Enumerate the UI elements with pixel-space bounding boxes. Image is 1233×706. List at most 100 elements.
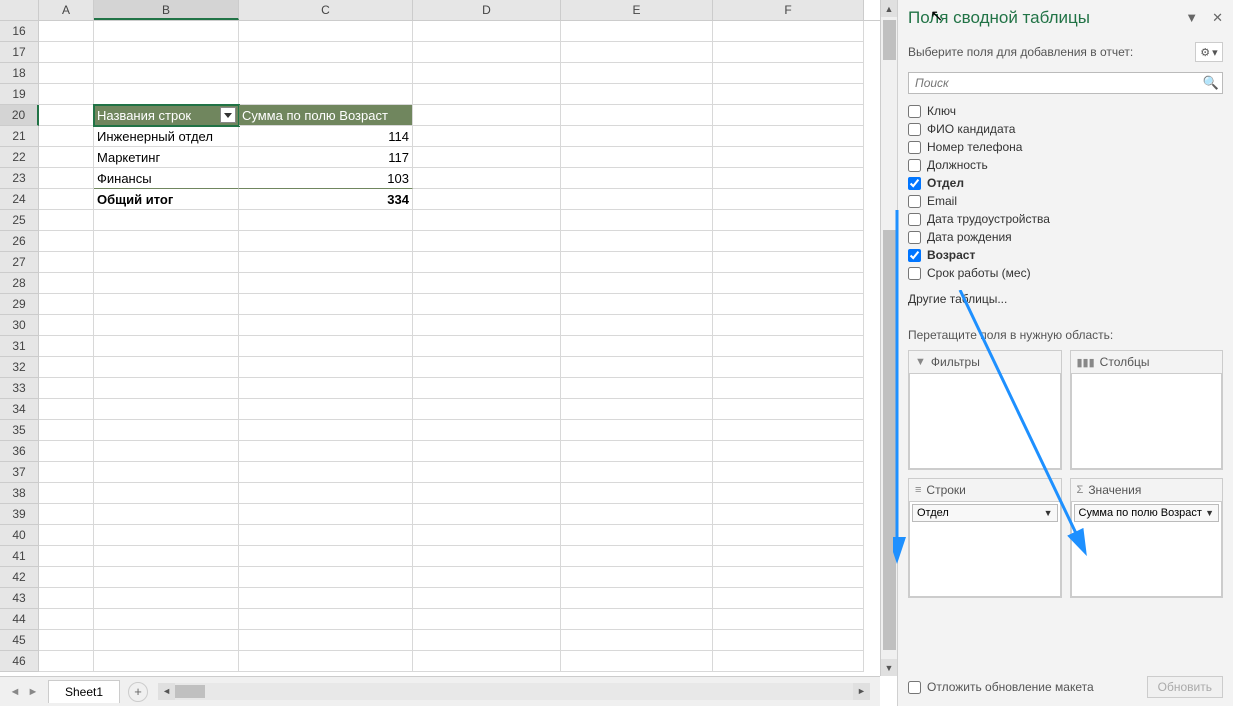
- scroll-down-icon[interactable]: ▼: [881, 659, 897, 676]
- cell-E45[interactable]: [561, 630, 713, 651]
- cell-D20[interactable]: [413, 105, 561, 126]
- cell-B19[interactable]: [94, 84, 239, 105]
- cell-E36[interactable]: [561, 441, 713, 462]
- cell-F44[interactable]: [713, 609, 864, 630]
- cell-A44[interactable]: [39, 609, 94, 630]
- defer-layout-checkbox[interactable]: Отложить обновление макета: [908, 680, 1094, 694]
- cell-E19[interactable]: [561, 84, 713, 105]
- row-header-25[interactable]: 25: [0, 210, 39, 231]
- cell-F25[interactable]: [713, 210, 864, 231]
- row-header-26[interactable]: 26: [0, 231, 39, 252]
- cell-C43[interactable]: [239, 588, 413, 609]
- cell-D37[interactable]: [413, 462, 561, 483]
- cell-B32[interactable]: [94, 357, 239, 378]
- cell-C46[interactable]: [239, 651, 413, 672]
- row-header-19[interactable]: 19: [0, 84, 39, 105]
- cell-B24[interactable]: Общий итог: [94, 189, 239, 210]
- row-header-40[interactable]: 40: [0, 525, 39, 546]
- cell-E39[interactable]: [561, 504, 713, 525]
- cell-D30[interactable]: [413, 315, 561, 336]
- field-item-3[interactable]: Должность: [908, 156, 1223, 174]
- cell-C42[interactable]: [239, 567, 413, 588]
- cell-F42[interactable]: [713, 567, 864, 588]
- cell-F32[interactable]: [713, 357, 864, 378]
- cell-B21[interactable]: Инженерный отдел: [94, 126, 239, 147]
- row-header-45[interactable]: 45: [0, 630, 39, 651]
- row-header-46[interactable]: 46: [0, 651, 39, 672]
- cell-C28[interactable]: [239, 273, 413, 294]
- cell-C40[interactable]: [239, 525, 413, 546]
- cell-E27[interactable]: [561, 252, 713, 273]
- cell-A38[interactable]: [39, 483, 94, 504]
- search-icon[interactable]: 🔍: [1200, 73, 1222, 93]
- cell-A41[interactable]: [39, 546, 94, 567]
- cell-E35[interactable]: [561, 420, 713, 441]
- cell-F33[interactable]: [713, 378, 864, 399]
- cell-F17[interactable]: [713, 42, 864, 63]
- cell-C23[interactable]: 103: [239, 168, 413, 189]
- cell-D34[interactable]: [413, 399, 561, 420]
- cell-E29[interactable]: [561, 294, 713, 315]
- cell-A43[interactable]: [39, 588, 94, 609]
- cell-D27[interactable]: [413, 252, 561, 273]
- row-header-20[interactable]: 20: [0, 105, 39, 126]
- cell-D44[interactable]: [413, 609, 561, 630]
- drop-zone-filters[interactable]: ▼Фильтры: [908, 350, 1062, 470]
- field-item-1[interactable]: ФИО кандидата: [908, 120, 1223, 138]
- cell-F36[interactable]: [713, 441, 864, 462]
- cell-A35[interactable]: [39, 420, 94, 441]
- update-button[interactable]: Обновить: [1147, 676, 1223, 698]
- cell-A31[interactable]: [39, 336, 94, 357]
- cell-B37[interactable]: [94, 462, 239, 483]
- cell-F46[interactable]: [713, 651, 864, 672]
- cell-F23[interactable]: [713, 168, 864, 189]
- cell-A16[interactable]: [39, 21, 94, 42]
- col-header-D[interactable]: D: [413, 0, 561, 20]
- field-checkbox-8[interactable]: [908, 249, 921, 262]
- cell-B26[interactable]: [94, 231, 239, 252]
- row-header-17[interactable]: 17: [0, 42, 39, 63]
- cell-C44[interactable]: [239, 609, 413, 630]
- cell-A45[interactable]: [39, 630, 94, 651]
- cell-C20[interactable]: Сумма по полю Возраст: [239, 105, 413, 126]
- field-checkbox-1[interactable]: [908, 123, 921, 136]
- cell-C31[interactable]: [239, 336, 413, 357]
- cell-F21[interactable]: [713, 126, 864, 147]
- cell-F27[interactable]: [713, 252, 864, 273]
- cell-F45[interactable]: [713, 630, 864, 651]
- other-tables-link[interactable]: Другие таблицы...: [908, 288, 1223, 316]
- panel-dropdown-icon[interactable]: ▼: [1185, 10, 1198, 26]
- cell-A34[interactable]: [39, 399, 94, 420]
- cell-C25[interactable]: [239, 210, 413, 231]
- field-item-7[interactable]: Дата рождения: [908, 228, 1223, 246]
- sheet-nav-prev-icon[interactable]: ◄: [8, 685, 22, 699]
- cell-D36[interactable]: [413, 441, 561, 462]
- row-header-27[interactable]: 27: [0, 252, 39, 273]
- cell-F22[interactable]: [713, 147, 864, 168]
- cell-E28[interactable]: [561, 273, 713, 294]
- row-header-31[interactable]: 31: [0, 336, 39, 357]
- cell-A25[interactable]: [39, 210, 94, 231]
- row-header-24[interactable]: 24: [0, 189, 39, 210]
- col-header-B[interactable]: B: [94, 0, 239, 20]
- cell-D38[interactable]: [413, 483, 561, 504]
- row-header-44[interactable]: 44: [0, 609, 39, 630]
- hscroll-thumb[interactable]: [175, 685, 205, 698]
- cell-D16[interactable]: [413, 21, 561, 42]
- cell-C38[interactable]: [239, 483, 413, 504]
- cell-C26[interactable]: [239, 231, 413, 252]
- cell-B29[interactable]: [94, 294, 239, 315]
- cell-D43[interactable]: [413, 588, 561, 609]
- cell-D24[interactable]: [413, 189, 561, 210]
- cell-B40[interactable]: [94, 525, 239, 546]
- cell-F16[interactable]: [713, 21, 864, 42]
- row-header-41[interactable]: 41: [0, 546, 39, 567]
- cell-E41[interactable]: [561, 546, 713, 567]
- cell-B22[interactable]: Маркетинг: [94, 147, 239, 168]
- cell-B25[interactable]: [94, 210, 239, 231]
- cell-C18[interactable]: [239, 63, 413, 84]
- cell-F20[interactable]: [713, 105, 864, 126]
- cell-A29[interactable]: [39, 294, 94, 315]
- cell-E46[interactable]: [561, 651, 713, 672]
- cell-D23[interactable]: [413, 168, 561, 189]
